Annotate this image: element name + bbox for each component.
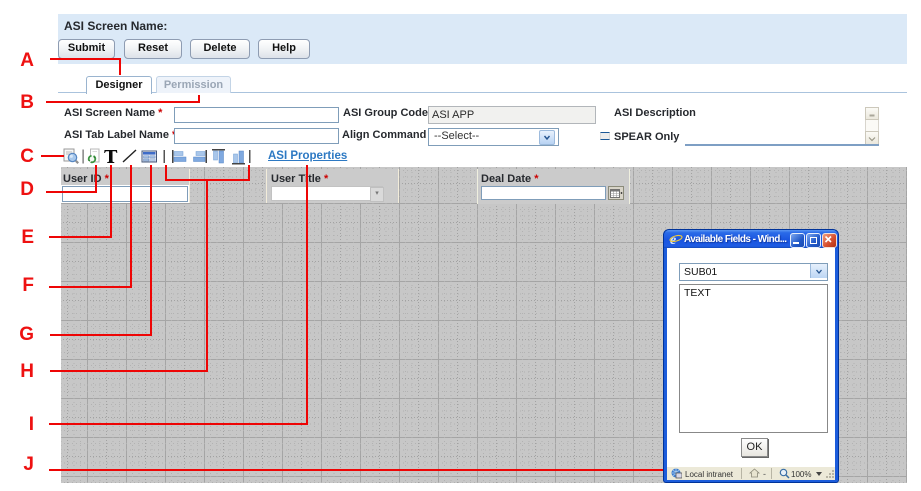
svg-text:e: e (670, 233, 676, 246)
